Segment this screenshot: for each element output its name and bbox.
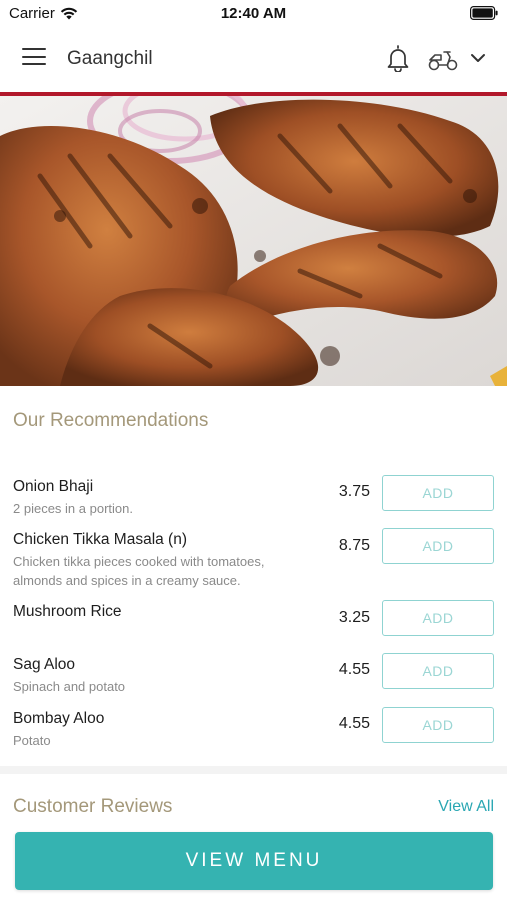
add-button[interactable]: ADD — [382, 707, 494, 743]
menu-item-description: Chicken tikka pieces cooked with tomatoe… — [13, 554, 265, 588]
menu-item-price: 3.75 — [338, 483, 370, 500]
view-menu-button[interactable]: VIEW MENU — [15, 832, 493, 890]
top-nav-bar: Gaangchil — [0, 26, 507, 92]
menu-item-price: 8.75 — [338, 537, 370, 554]
add-button[interactable]: ADD — [382, 600, 494, 636]
status-bar: Carrier 12:40 AM — [0, 0, 507, 26]
status-time: 12:40 AM — [220, 5, 287, 22]
tandoori-chicken-image — [0, 96, 507, 386]
scooter-icon[interactable] — [427, 46, 459, 72]
recommendations-section: Our Recommendations Onion Bhaji 2 pieces… — [0, 386, 507, 766]
reviews-title: Customer Reviews — [13, 796, 173, 817]
add-button[interactable]: ADD — [382, 475, 494, 511]
bell-icon[interactable] — [386, 44, 410, 72]
menu-item-description: Potato — [13, 733, 51, 748]
menu-item-name: Sag Aloo — [13, 656, 76, 673]
view-all-link[interactable]: View All — [438, 798, 494, 816]
menu-item-price: 4.55 — [338, 661, 370, 678]
restaurant-title: Gaangchil — [67, 48, 153, 69]
add-button[interactable]: ADD — [382, 528, 494, 564]
section-divider — [0, 766, 507, 774]
recommendations-title: Our Recommendations — [13, 410, 209, 431]
menu-item-price: 3.25 — [338, 609, 370, 626]
menu-item-name: Mushroom Rice — [13, 603, 122, 620]
menu-item-price: 4.55 — [338, 715, 370, 732]
menu-item-description: Spinach and potato — [13, 679, 126, 694]
add-button[interactable]: ADD — [382, 653, 494, 689]
hero-food-image — [0, 96, 507, 386]
menu-item-name: Bombay Aloo — [13, 710, 105, 727]
menu-item-description: 2 pieces in a portion. — [13, 501, 133, 516]
battery-icon — [470, 6, 498, 20]
menu-item-name: Chicken Tikka Masala (n) — [13, 531, 188, 548]
chevron-down-icon[interactable] — [470, 52, 486, 64]
menu-item-name: Onion Bhaji — [13, 478, 94, 495]
menu-icon[interactable] — [22, 48, 46, 68]
